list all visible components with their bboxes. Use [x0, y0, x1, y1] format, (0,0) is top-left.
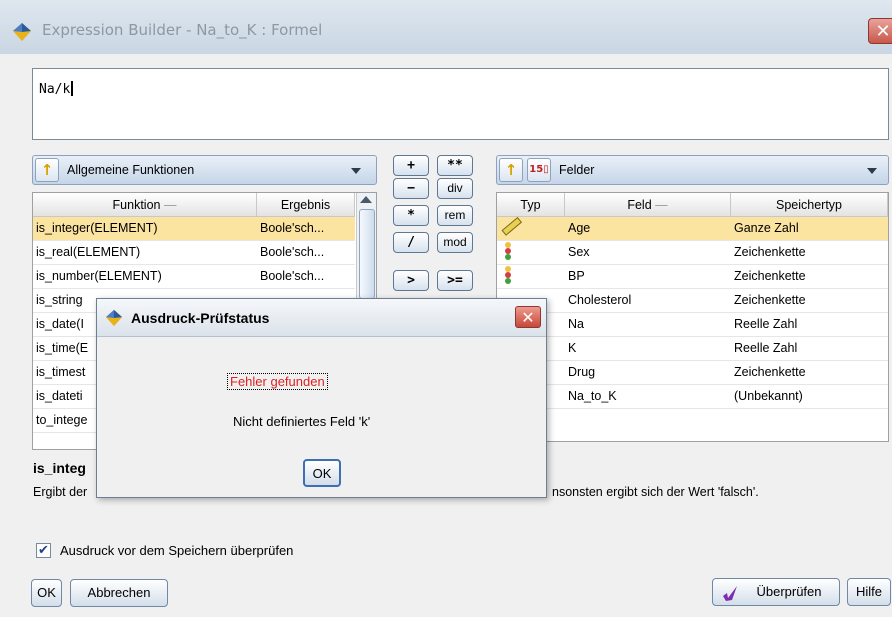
function-name: is_real(ELEMENT) [36, 245, 141, 259]
title-bar: Expression Builder - Na_to_K : Formel ✕ [0, 0, 892, 54]
window-title: Expression Builder - Na_to_K : Formel [42, 21, 323, 39]
column-header-speichertyp[interactable]: Speichertyp [731, 193, 888, 217]
table-row[interactable]: BP Zeichenkette [497, 265, 888, 289]
field-storage: Ganze Zahl [734, 221, 799, 235]
expression-input[interactable]: Na/k [32, 68, 889, 140]
table-row[interactable]: Na_to_K (Unbekannt) [497, 385, 888, 409]
check-button-label: Überprüfen [756, 584, 822, 599]
scroll-up-icon[interactable] [360, 196, 372, 203]
operator-button[interactable]: + [393, 155, 429, 176]
field-category-label: Felder [559, 163, 595, 177]
field-storage: Reelle Zahl [734, 317, 798, 331]
insert-up-arrow-icon[interactable]: ↑ [499, 158, 523, 182]
table-row[interactable]: is_real(ELEMENT) Boole'sch... [33, 241, 355, 265]
function-category-select[interactable]: ↑ Allgemeine Funktionen [32, 155, 377, 185]
function-result: Boole'sch... [260, 269, 325, 283]
field-category-select[interactable]: ↑ 15▯ Felder [496, 155, 889, 185]
text-caret [71, 81, 74, 96]
checkmark-icon [723, 586, 737, 601]
close-icon[interactable]: ✕ [515, 306, 541, 328]
operator-button[interactable]: >= [437, 270, 473, 291]
function-result: Boole'sch... [260, 221, 325, 235]
field-storage: (Unbekannt) [734, 389, 803, 403]
function-category-label: Allgemeine Funktionen [67, 163, 195, 177]
set-icon [500, 266, 522, 288]
field-name: Drug [568, 365, 596, 379]
table-row[interactable]: Drug Zeichenkette [497, 361, 888, 385]
close-icon[interactable]: ✕ [868, 18, 892, 44]
chevron-down-icon [867, 168, 877, 174]
function-description-title: is_integ [33, 460, 86, 476]
ok-button[interactable]: OK [31, 579, 62, 607]
column-header-typ[interactable]: Typ [497, 193, 565, 217]
operator-button[interactable]: / [393, 232, 429, 253]
field-name: Cholesterol [568, 293, 632, 307]
operator-button[interactable]: ** [437, 155, 473, 176]
field-name: Sex [568, 245, 590, 259]
field-name: Na [568, 317, 584, 331]
field-name: Na_to_K [568, 389, 617, 403]
error-message: Nicht definiertes Feld 'k' [233, 414, 371, 429]
field-name: Age [568, 221, 591, 235]
check-button[interactable]: Überprüfen [712, 578, 840, 606]
field-name: K [568, 341, 577, 355]
set-icon [500, 242, 522, 264]
operator-button[interactable]: − [393, 178, 429, 199]
operator-button[interactable]: > [393, 270, 429, 291]
table-row[interactable]: is_number(ELEMENT) Boole'sch... [33, 265, 355, 289]
app-icon [13, 23, 31, 41]
validate-checkbox[interactable]: ✔ [36, 543, 51, 558]
field-storage: Zeichenkette [734, 293, 806, 307]
dialog-title-bar: Ausdruck-Prüfstatus ✕ [97, 299, 546, 337]
table-row[interactable]: Age Ganze Zahl [497, 217, 888, 241]
function-name: is_integer(ELEMENT) [36, 221, 158, 235]
dialog-title: Ausdruck-Prüfstatus [131, 310, 270, 326]
column-header-feld[interactable]: Feld — [565, 193, 731, 217]
chevron-down-icon [351, 168, 361, 174]
operator-button[interactable]: * [393, 205, 429, 226]
table-row[interactable]: Cholesterol Zeichenkette [497, 289, 888, 313]
validate-checkbox-label[interactable]: Ausdruck vor dem Speichern überprüfen [60, 543, 293, 558]
table-row[interactable]: is_integer(ELEMENT) Boole'sch... [33, 217, 355, 241]
operator-button[interactable]: rem [437, 205, 473, 226]
table-row[interactable]: K Reelle Zahl [497, 337, 888, 361]
ruler-icon [500, 217, 523, 240]
function-description-text-continued: nsonsten ergibt sich der Wert 'falsch'. [552, 485, 759, 499]
field-name: BP [568, 269, 585, 283]
field-storage: Zeichenkette [734, 269, 806, 283]
help-button[interactable]: Hilfe [847, 578, 891, 606]
function-result: Boole'sch... [260, 245, 325, 259]
field-storage: Zeichenkette [734, 245, 806, 259]
function-name: is_number(ELEMENT) [36, 269, 162, 283]
field-list-icon[interactable]: 15▯ [527, 158, 551, 182]
operator-button[interactable]: div [437, 178, 473, 199]
field-table: Typ Feld — Speichertyp Age Ganze Zahl Sex Z… [496, 192, 889, 442]
app-icon [105, 309, 123, 327]
function-description-text: Ergibt der [33, 485, 88, 499]
table-row[interactable]: Na Reelle Zahl [497, 313, 888, 337]
expression-builder-window: Expression Builder - Na_to_K : Formel ✕ … [0, 0, 892, 617]
scroll-thumb[interactable] [359, 209, 375, 299]
table-row[interactable]: Sex Zeichenkette [497, 241, 888, 265]
insert-up-arrow-icon[interactable]: ↑ [35, 158, 59, 182]
expression-text: Na/k [39, 82, 71, 97]
operator-button[interactable]: mod [437, 232, 473, 253]
error-status-text: Fehler gefunden [227, 373, 328, 390]
column-header-funktion[interactable]: Funktion — [33, 193, 257, 217]
cancel-button[interactable]: Abbrechen [70, 579, 168, 607]
field-storage: Zeichenkette [734, 365, 806, 379]
dialog-ok-button[interactable]: OK [303, 459, 341, 487]
column-header-ergebnis[interactable]: Ergebnis [257, 193, 355, 217]
field-storage: Reelle Zahl [734, 341, 798, 355]
validation-status-dialog: Ausdruck-Prüfstatus ✕ Fehler gefunden Ni… [96, 298, 547, 498]
